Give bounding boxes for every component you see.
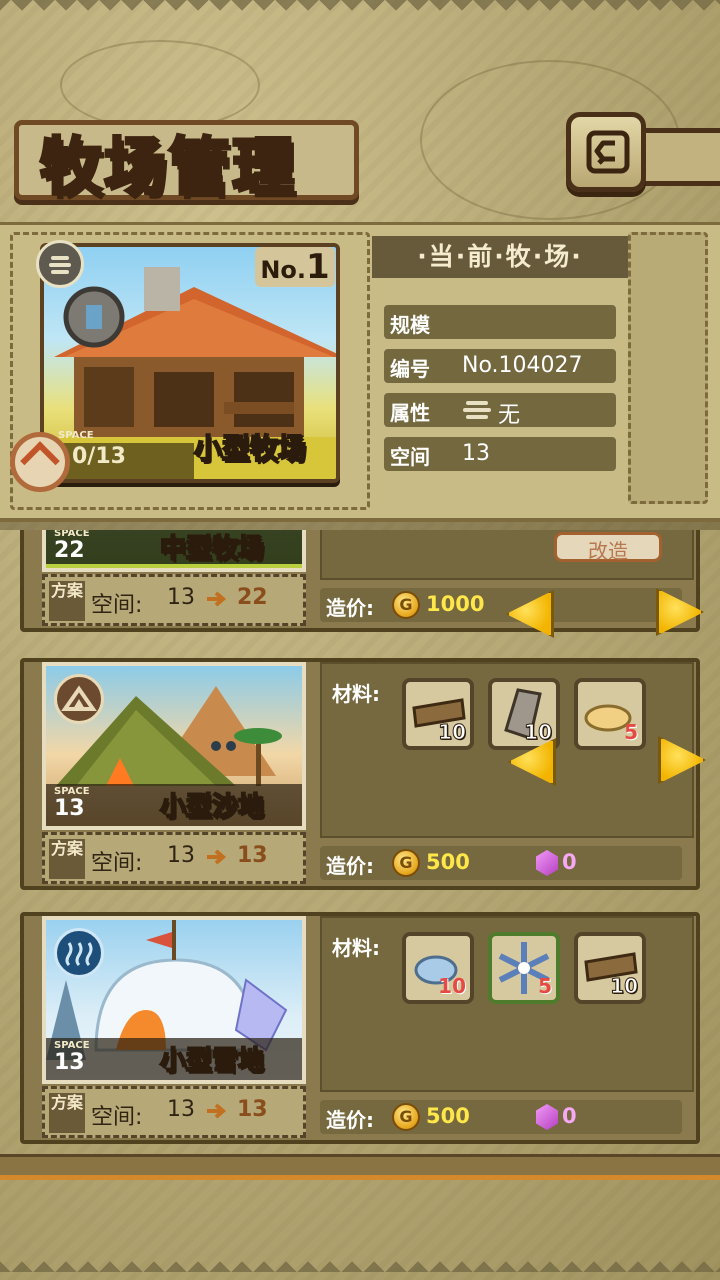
info-row-id: 编号 No.104027: [384, 349, 616, 383]
material-count: 10: [438, 720, 467, 745]
space-value: 13: [54, 796, 85, 821]
materials-area: 材料: 10 10 5: [320, 662, 694, 838]
space-value: 13: [54, 1050, 85, 1075]
materials-label: 材料:: [332, 936, 380, 960]
material-count: 5: [538, 974, 552, 998]
side-decoration: [628, 232, 708, 504]
info-row-scale: 规模: [384, 305, 616, 339]
upgrade-button[interactable]: 改造: [554, 532, 662, 563]
upgrade-card[interactable]: 中型牧场 SPACE 22: [42, 530, 306, 572]
material-slot[interactable]: 10: [488, 678, 560, 750]
cost-label: 造价:: [326, 1108, 374, 1132]
coin-cost: 500: [426, 1104, 470, 1128]
material-count: 10: [438, 974, 466, 998]
space-value: 22: [54, 538, 85, 563]
arrow-right-icon: [207, 591, 227, 607]
coin-icon: G: [392, 849, 420, 877]
gem-cost: 0: [562, 850, 577, 874]
upgrade-card[interactable]: 小型雪地 SPACE 13: [42, 916, 306, 1084]
info-value: 13: [462, 441, 490, 466]
card-bottom-strip: [46, 564, 302, 568]
plan-tag: 方案: [49, 1093, 85, 1133]
space-to: 13: [237, 843, 268, 868]
material-count: 10: [610, 974, 639, 999]
info-value: 无: [498, 403, 521, 428]
upgrade-item[interactable]: 中型牧场 SPACE 22 方案 空间: 13 22 改造 造价: G 1000: [20, 530, 700, 632]
wind-icon: [463, 401, 491, 419]
material-slot[interactable]: 10: [402, 932, 474, 1004]
material-slot[interactable]: 5: [574, 678, 646, 750]
material-slot[interactable]: 5: [488, 932, 560, 1004]
plan-tag: 方案: [49, 839, 85, 879]
space-to: 22: [237, 585, 268, 610]
wind-icon: [36, 240, 84, 288]
space-from: 13: [167, 843, 195, 868]
upgrade-list[interactable]: 中型牧场 SPACE 22 方案 空间: 13 22 改造 造价: G 1000: [20, 530, 700, 1150]
cost-label: 造价:: [326, 596, 374, 620]
bottom-bar: [0, 1154, 720, 1180]
current-ranch-header: ·当·前·牧·场·: [372, 236, 628, 278]
materials-label: 材料:: [332, 682, 380, 706]
info-key: 编号: [390, 357, 430, 381]
arrow-right-icon: [207, 849, 227, 865]
upgrade-item[interactable]: 小型沙地 SPACE 13 方案 空间: 13 13 材料: 10 10 5 造…: [20, 658, 700, 890]
space-value: 0/13: [72, 444, 126, 469]
coin-icon: G: [392, 591, 420, 619]
ranch-number: 1: [306, 247, 330, 287]
ranch-number-prefix: No.: [260, 256, 307, 284]
space-label: SPACE: [58, 430, 94, 441]
page-title: 牧场管理: [39, 129, 297, 205]
ranch-icon: [10, 432, 70, 492]
ranch-number-label: No.1: [255, 247, 335, 287]
upgrade-name: 小型沙地: [159, 791, 265, 823]
materials-area: 材料: 10 5 10: [320, 916, 694, 1092]
plan-tag: 方案: [49, 581, 85, 621]
upgrade-item[interactable]: 小型雪地 SPACE 13 方案 空间: 13 13 材料: 10 5 10 造…: [20, 912, 700, 1144]
plan-text: 空间:: [91, 851, 143, 876]
zigzag-border-bottom: [0, 1250, 720, 1280]
gem-icon: [536, 1104, 558, 1130]
space-to: 13: [237, 1097, 268, 1122]
material-count: 10: [524, 720, 553, 745]
material-slot[interactable]: 10: [402, 678, 474, 750]
coin-cost: 500: [426, 850, 470, 874]
space-from: 13: [167, 1097, 195, 1122]
cost-bar: 造价: G 500 0: [320, 1100, 682, 1134]
upgrade-card[interactable]: 小型沙地 SPACE 13: [42, 662, 306, 830]
info-key: 属性: [390, 401, 430, 425]
info-value: No.104027: [462, 353, 583, 378]
space-from: 13: [167, 585, 195, 610]
back-arrow-icon: [586, 130, 630, 174]
ranch-name: 小型牧场: [193, 431, 307, 466]
coin-icon: G: [392, 1103, 420, 1131]
plan-text: 空间:: [91, 593, 143, 618]
back-tab: [640, 128, 720, 186]
upgrade-plan: 方案 空间: 13 13: [42, 1086, 306, 1138]
zigzag-border-top: [0, 0, 720, 22]
info-row-space: 空间 13: [384, 437, 616, 471]
mountain-icon: [54, 674, 104, 724]
upgrade-plan: 方案 空间: 13 13: [42, 832, 306, 884]
info-key: 空间: [390, 445, 430, 469]
gem-cost: 0: [562, 1104, 577, 1128]
info-row-attribute: 属性 无: [384, 393, 616, 428]
material-count: 5: [624, 720, 638, 744]
upgrade-name: 中型牧场: [159, 533, 265, 565]
upgrade-name: 小型雪地: [159, 1045, 265, 1077]
plan-text: 空间:: [91, 1105, 143, 1130]
water-icon: [54, 928, 104, 978]
gem-icon: [536, 850, 558, 876]
cost-bar: 造价: G 500 0: [320, 846, 682, 880]
cost-label: 造价:: [326, 854, 374, 878]
coin-cost: 1000: [426, 592, 485, 616]
arrow-right-icon: [207, 1103, 227, 1119]
upgrade-plan: 方案 空间: 13 22: [42, 574, 306, 626]
info-key: 规模: [390, 313, 430, 337]
back-button[interactable]: [566, 112, 646, 192]
cost-bar: 造价: G 1000: [320, 588, 682, 622]
material-slot[interactable]: 10: [574, 932, 646, 1004]
